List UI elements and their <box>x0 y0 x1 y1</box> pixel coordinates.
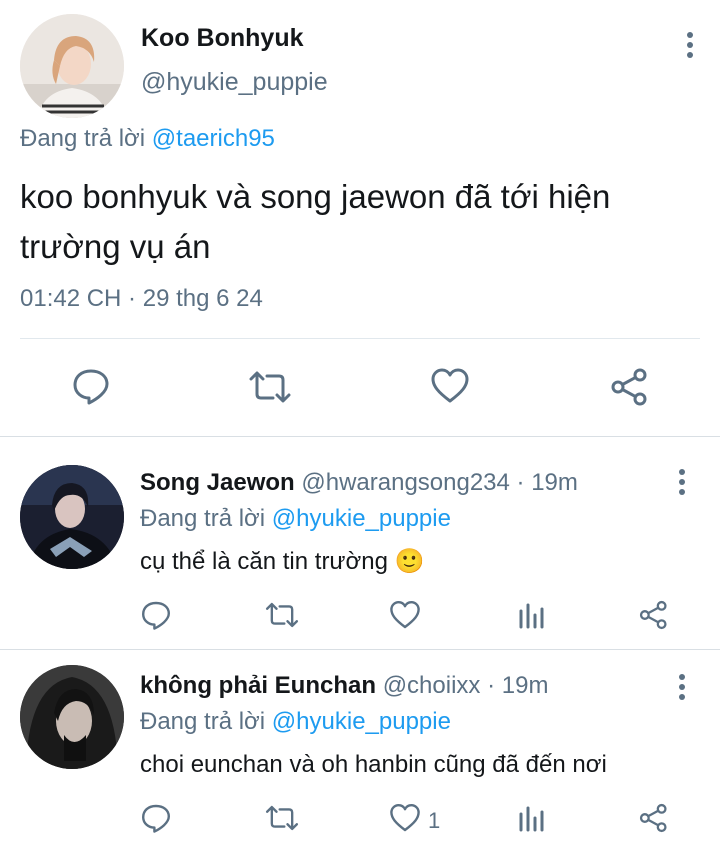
reply-icon[interactable] <box>71 366 111 406</box>
tweet-text: choi eunchan và oh hanbin cũng đã đến nơ… <box>140 751 607 778</box>
retweet-icon[interactable] <box>264 600 300 630</box>
mention-link[interactable]: @taerich95 <box>152 125 275 152</box>
author-handle[interactable]: @hwarangsong234 <box>301 469 510 496</box>
replying-to: Đang trả lời @taerich95 <box>20 125 275 153</box>
analytics-icon[interactable] <box>518 804 544 832</box>
main-tweet[interactable]: Koo Bonhyuk @hyukie_puppie Đang trả lời … <box>0 0 720 437</box>
tweet-thread: Koo Bonhyuk @hyukie_puppie Đang trả lời … <box>0 0 720 853</box>
meta-separator: · <box>480 672 502 699</box>
replying-prefix: Đang trả lời <box>140 505 266 532</box>
reply-tweet[interactable]: Song Jaewon @hwarangsong234 · 19m Đang t… <box>0 437 720 650</box>
action-bar: 1 <box>0 800 720 840</box>
more-options-icon[interactable] <box>680 30 700 60</box>
reply-text: cụ thể là căn tin trường <box>140 548 388 575</box>
timestamp[interactable]: 01:42 CH · 29 thg 6 24 <box>20 285 263 313</box>
author-name[interactable]: Koo Bonhyuk <box>141 24 304 53</box>
more-options-icon[interactable] <box>672 467 692 497</box>
meta-separator: · <box>509 469 532 496</box>
mention-link[interactable]: @hyukie_puppie <box>272 708 451 735</box>
action-bar <box>0 360 720 416</box>
avatar[interactable] <box>20 665 124 769</box>
mention-link[interactable]: @hyukie_puppie <box>272 505 451 532</box>
author-handle[interactable]: @choiixx <box>383 672 481 699</box>
avatar[interactable] <box>20 14 124 118</box>
action-bar <box>0 597 720 637</box>
reply-icon[interactable] <box>140 599 172 631</box>
retweet-icon[interactable] <box>264 803 300 833</box>
reply-header: không phải Eunchan @choiixx · 19m <box>140 672 548 700</box>
replying-prefix: Đang trả lời <box>140 708 266 735</box>
author-name[interactable]: Song Jaewon <box>140 469 295 496</box>
tweet-text: cụ thể là căn tin trường 🙂 <box>140 547 425 576</box>
more-options-icon[interactable] <box>672 672 692 702</box>
reply-icon[interactable] <box>140 802 172 834</box>
share-icon[interactable] <box>638 802 670 834</box>
retweet-icon[interactable] <box>247 368 293 406</box>
analytics-icon[interactable] <box>518 601 544 629</box>
like-count: 1 <box>428 808 441 833</box>
relative-time[interactable]: 19m <box>502 672 549 699</box>
divider <box>20 338 700 339</box>
replying-prefix: Đang trả lời <box>20 125 146 152</box>
reply-header: Song Jaewon @hwarangsong234 · 19m <box>140 469 578 497</box>
relative-time[interactable]: 19m <box>531 469 578 496</box>
replying-to: Đang trả lời @hyukie_puppie <box>140 505 451 533</box>
share-icon[interactable] <box>609 366 651 408</box>
tweet-text: koo bonhyuk và song jaewon đã tới hiện t… <box>20 178 611 265</box>
author-handle[interactable]: @hyukie_puppie <box>141 68 328 97</box>
like-icon[interactable] <box>389 802 421 834</box>
author-name[interactable]: không phải Eunchan <box>140 672 376 699</box>
replying-to: Đang trả lời @hyukie_puppie <box>140 708 451 736</box>
share-icon[interactable] <box>638 599 670 631</box>
like-icon[interactable] <box>389 599 421 631</box>
smile-emoji: 🙂 <box>394 547 425 575</box>
main-tweet-header: Koo Bonhyuk @hyukie_puppie <box>20 14 710 118</box>
like-icon[interactable] <box>430 366 470 406</box>
reply-tweet[interactable]: không phải Eunchan @choiixx · 19m Đang t… <box>0 650 720 853</box>
avatar[interactable] <box>20 465 124 569</box>
